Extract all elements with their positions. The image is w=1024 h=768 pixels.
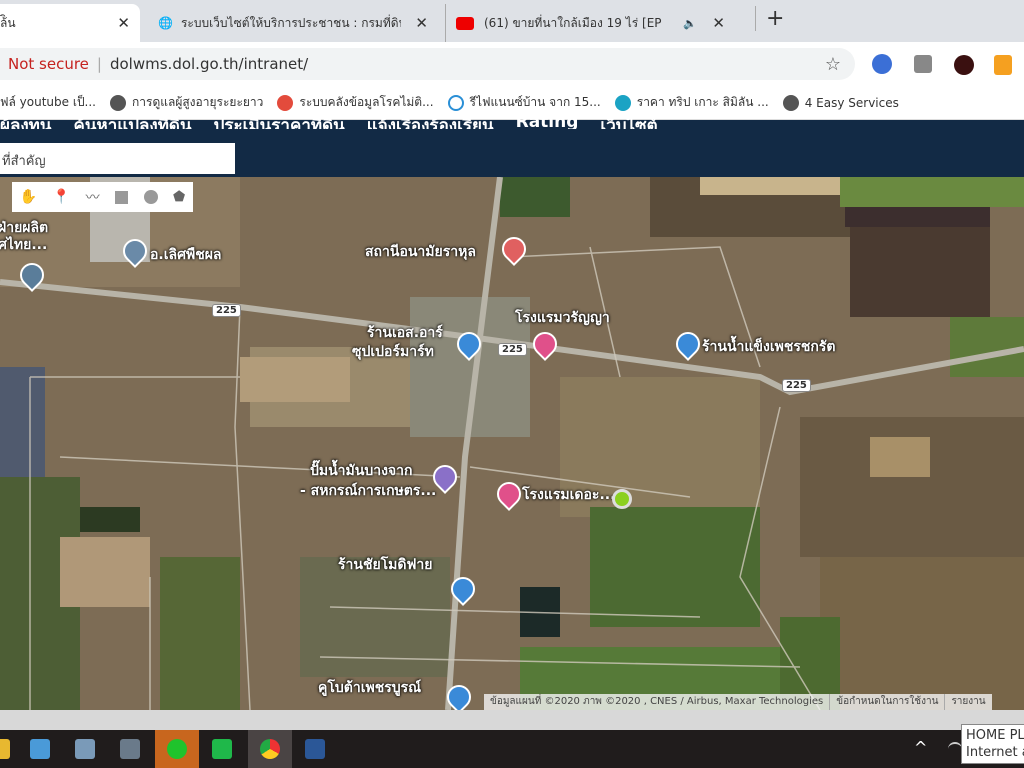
- dots-logo-icon: [277, 94, 294, 111]
- page-bottom: [0, 710, 1024, 730]
- poi-label[interactable]: คูโบต้าเพชรบูรณ์: [318, 680, 421, 697]
- new-tab-button[interactable]: +: [755, 6, 784, 31]
- nav-item[interactable]: ผู้ลงทุน: [0, 112, 52, 129]
- poi-label[interactable]: โรงแรมเดอะ...: [522, 487, 615, 504]
- marker-icon[interactable]: 📍: [53, 189, 70, 205]
- poi-label[interactable]: ปั๊มน้ำมันบางจาก: [310, 463, 412, 480]
- bookmark-item[interactable]: 4 Easy Services: [782, 94, 899, 111]
- not-secure-label[interactable]: Not secure: [0, 55, 89, 73]
- report-link[interactable]: รายงาน: [944, 694, 991, 710]
- road-shield: 225: [212, 304, 241, 317]
- selected-location-marker[interactable]: [612, 489, 632, 509]
- polyline-icon[interactable]: 〰: [86, 187, 100, 207]
- nav-item[interactable]: Rating: [516, 112, 579, 129]
- tab-dol[interactable]: 🌐 ระบบเว็บไซต์ให้บริการประชาชน : กรมที่ดิ…: [148, 4, 438, 42]
- word-icon[interactable]: [293, 730, 337, 768]
- close-tab-icon[interactable]: ✕: [712, 14, 725, 32]
- tab-bar: ล้ิน ✕ 🌐 ระบบเว็บไซต์ให้บริการประชาชน : กร…: [0, 0, 1024, 42]
- bookmark-label: 4 Easy Services: [804, 95, 899, 110]
- bookmark-item[interactable]: ฟล์ youtube เป็...: [0, 93, 96, 112]
- map-attribution: ข้อมูลแผนที่ ©2020 ภาพ ©2020 , CNES / Ai…: [484, 694, 992, 710]
- network-tooltip: HOME PL Internet a: [961, 724, 1024, 764]
- tab-active[interactable]: ล้ิน ✕: [0, 4, 140, 42]
- road-shield: 225: [782, 379, 811, 392]
- poi-label[interactable]: อ.เลิศพืชผล: [150, 247, 222, 264]
- youtube-icon: [456, 16, 474, 30]
- search-placeholder: ที่สำคัญ: [2, 154, 46, 169]
- bookmark-label: การดูแลผู้สูงอายุระยะยาว: [132, 95, 264, 109]
- globe-icon: 🌐: [158, 16, 173, 30]
- poi-label[interactable]: ซุปเปอร์มาร์ท: [352, 344, 434, 361]
- calculator-icon[interactable]: [108, 730, 152, 768]
- poi-label[interactable]: โรงแรมวรัญญา: [515, 310, 610, 327]
- poi-label[interactable]: ร้านชัยโมดิฟาย: [338, 557, 432, 574]
- bookmark-item[interactable]: รีไฟแนนซ์บ้าน จาก 15...: [447, 93, 601, 112]
- bookmark-label: ระบบคลังข้อมูลโรคไม่ติ...: [299, 95, 434, 109]
- separator: |: [96, 55, 102, 73]
- globe-icon: [110, 94, 126, 111]
- road-shield: 225: [498, 343, 527, 356]
- bookmark-label: ฟล์ youtube เป็...: [0, 95, 96, 109]
- bookmark-label: ราคา ทริป เกาะ สิมิลัน ...: [636, 95, 769, 109]
- remote-desktop-icon[interactable]: [63, 730, 107, 768]
- tooltip-line: Internet a: [966, 745, 1024, 760]
- bookmark-item[interactable]: การดูแลผู้สูงอายุระยะยาว: [110, 93, 263, 112]
- app-icon[interactable]: [18, 730, 62, 768]
- site-nav: ผู้ลงทุน ค้นหาแปลงที่ดิน ประเมินราคาที่ด…: [0, 112, 1024, 177]
- speaker-icon[interactable]: 🔈: [683, 17, 697, 30]
- bookmark-label: รีไฟแนนซ์บ้าน จาก 15...: [469, 95, 601, 109]
- terms-link[interactable]: ข้อกำหนดในการใช้งาน: [829, 694, 944, 710]
- close-tab-icon[interactable]: ✕: [415, 14, 428, 32]
- nav-item[interactable]: แจ้งเรื่องร้องเรียน: [367, 112, 494, 129]
- profile-icon[interactable]: [954, 55, 974, 75]
- poi-label[interactable]: ร้านน้ำแข็งเพชรชกรัต: [702, 339, 835, 356]
- poi-label[interactable]: สถานีอนามัยราหุล: [365, 244, 476, 261]
- chrome-icon[interactable]: [248, 730, 292, 768]
- close-tab-icon[interactable]: ✕: [117, 14, 130, 32]
- drawing-toolbar: ✋ 📍 〰 ⬟: [12, 182, 193, 212]
- hand-icon[interactable]: ✋: [20, 189, 37, 205]
- app-icon[interactable]: [200, 730, 244, 768]
- star-icon[interactable]: ☆: [825, 54, 841, 75]
- place-search-input[interactable]: ที่สำคัญ: [0, 143, 235, 174]
- tab-title: (61) ขายที่นาใกล้เมือง 19 ไร่ [EP: [484, 15, 662, 30]
- show-hidden-icons[interactable]: ^: [914, 738, 927, 757]
- address-bar-row: Not secure | dolwms.dol.go.th/intranet/ …: [0, 42, 1024, 86]
- satellite-map[interactable]: ✋ 📍 〰 ⬟ ฝ่ายผลิต ศไทย... อ.เลิศพืชผล สถา…: [0, 177, 1024, 710]
- nav-item[interactable]: เว็บไซต์: [600, 112, 657, 129]
- tab-title: ล้ิน: [0, 15, 16, 30]
- poi-label[interactable]: ฝ่ายผลิต ศไทย...: [0, 220, 48, 254]
- attribution-text: ข้อมูลแผนที่ ©2020 ภาพ ©2020 , CNES / Ai…: [490, 696, 824, 707]
- url-text[interactable]: dolwms.dol.go.th/intranet/: [110, 55, 308, 73]
- globe-icon: [782, 94, 799, 111]
- nav-item[interactable]: ค้นหาแปลงที่ดิน: [74, 112, 192, 129]
- circle-icon[interactable]: [143, 190, 158, 204]
- bookmark-item[interactable]: ราคา ทริป เกาะ สิมิลัน ...: [614, 93, 769, 112]
- traveloka-icon: [614, 94, 631, 111]
- tab-title: ระบบเว็บไซต์ให้บริการประชาชน : กรมที่ดิน: [180, 15, 401, 30]
- wifi-icon[interactable]: [948, 742, 962, 756]
- omnibox[interactable]: Not secure | dolwms.dol.go.th/intranet/ …: [0, 48, 855, 80]
- tooltip-line: HOME PL: [966, 728, 1024, 743]
- rectangle-icon[interactable]: [115, 190, 129, 204]
- polygon-icon[interactable]: ⬟: [173, 189, 185, 205]
- line-icon[interactable]: [155, 730, 199, 768]
- extension-icon[interactable]: [872, 54, 892, 74]
- poi-label[interactable]: ร้านเอส.อาร์: [367, 325, 443, 342]
- extension-icon[interactable]: [994, 55, 1012, 75]
- nav-item[interactable]: ประเมินราคาที่ดิน: [214, 112, 345, 129]
- extension-icon[interactable]: [914, 55, 932, 73]
- poi-label[interactable]: - สหกรณ์การเกษตร...: [300, 483, 436, 500]
- r-logo-icon: [447, 94, 464, 111]
- tab-youtube[interactable]: (61) ขายที่นาใกล้เมือง 19 ไร่ [EP 🔈 ✕: [445, 4, 735, 42]
- taskbar: ^: [0, 730, 1024, 768]
- bookmark-item[interactable]: ระบบคลังข้อมูลโรคไม่ติ...: [277, 93, 434, 112]
